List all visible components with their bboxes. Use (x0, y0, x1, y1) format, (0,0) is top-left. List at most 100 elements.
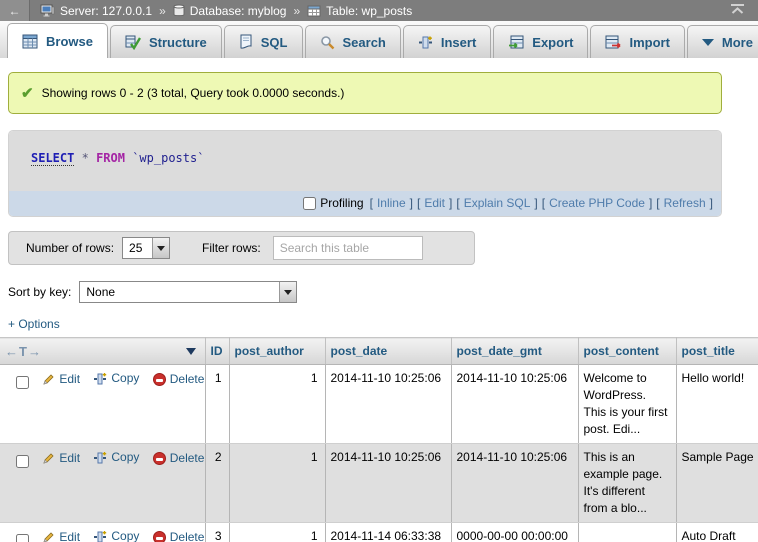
cell-post-date-gmt: 2014-11-10 10:25:06 (451, 444, 578, 523)
delete-action[interactable]: Delete (153, 371, 205, 388)
breadcrumb-table-label: Table: wp_posts (326, 4, 412, 18)
row-checkbox[interactable] (16, 455, 29, 468)
success-check-icon: ✔ (21, 84, 34, 102)
tab-browse[interactable]: Browse (7, 23, 108, 58)
copy-link[interactable]: Copy (111, 528, 139, 542)
cell-post-date-gmt: 0000-00-00 00:00:00 (451, 523, 578, 542)
bracket: ] (534, 196, 537, 210)
tab-import[interactable]: Import (590, 25, 684, 58)
tab-insert[interactable]: Insert (403, 25, 491, 58)
explain-sql-link[interactable]: Explain SQL (464, 196, 531, 210)
edit-action[interactable]: Edit (42, 450, 80, 467)
copy-action[interactable]: Copy (93, 370, 139, 387)
column-header-post-title[interactable]: post_title (676, 338, 758, 365)
structure-icon (125, 35, 141, 50)
tab-browse-label: Browse (46, 34, 93, 49)
column-header-post-date-gmt[interactable]: post_date_gmt (451, 338, 578, 365)
sql-icon (239, 34, 253, 50)
cell-post-author: 1 (229, 523, 325, 542)
tab-export[interactable]: Export (493, 25, 588, 58)
sort-menu-icon[interactable] (186, 348, 196, 355)
row-actions-cell: Edit Copy Delete (0, 365, 205, 444)
bracket: ] (449, 196, 452, 210)
table-row: Edit Copy Delete 2 1 2014-11-10 10:25:06… (0, 444, 758, 523)
success-message-text: Showing rows 0 - 2 (3 total, Query took … (42, 86, 345, 100)
column-actions-icon[interactable]: ←T→ (5, 344, 42, 359)
column-header-id[interactable]: ID (205, 338, 229, 365)
chevron-down-icon (702, 39, 714, 46)
cell-post-content: Welcome to WordPress. This is your first… (578, 365, 676, 444)
copy-link[interactable]: Copy (111, 449, 139, 466)
bracket: [ (370, 196, 373, 210)
pencil-icon (42, 531, 55, 542)
inline-link[interactable]: Inline (377, 196, 406, 210)
column-header-post-content[interactable]: post_content (578, 338, 676, 365)
edit-link[interactable]: Edit (59, 371, 80, 388)
tab-export-label: Export (532, 35, 573, 50)
pencil-icon (42, 452, 55, 465)
tab-sql[interactable]: SQL (224, 25, 303, 58)
sort-by-key-select[interactable]: None (79, 281, 297, 303)
collapse-top-icon[interactable] (729, 3, 746, 18)
breadcrumb-server-label: Server: 127.0.0.1 (60, 4, 152, 18)
table-icon (307, 5, 321, 17)
profiling-checkbox[interactable] (303, 197, 316, 210)
chevron-down-icon (157, 246, 165, 251)
tab-more[interactable]: More (687, 25, 758, 58)
rows-per-page-value: 25 (123, 238, 152, 258)
bracket: [ (456, 196, 459, 210)
column-header-post-author[interactable]: post_author (229, 338, 325, 365)
pencil-icon (42, 373, 55, 386)
column-header-post-date[interactable]: post_date (325, 338, 451, 365)
row-checkbox[interactable] (16, 376, 29, 389)
delete-link[interactable]: Delete (170, 450, 205, 467)
refresh-link[interactable]: Refresh (664, 196, 706, 210)
sql-keyword-select[interactable]: SELECT (31, 151, 74, 166)
breadcrumb-database-label: Database: myblog (190, 4, 287, 18)
edit-action[interactable]: Edit (42, 529, 80, 542)
row-checkbox[interactable] (16, 534, 29, 542)
select-dropdown-button[interactable] (152, 238, 169, 258)
copy-link[interactable]: Copy (111, 370, 139, 387)
sql-keyword-from: FROM (96, 151, 125, 165)
tab-bar: Browse Structure SQL Search Insert (0, 21, 758, 58)
results-header-row: ←T→ ID post_author post_date post_date_g… (0, 338, 758, 365)
rows-control-panel: Number of rows: 25 Filter rows: (8, 231, 475, 265)
tab-structure[interactable]: Structure (110, 25, 222, 58)
delete-action[interactable]: Delete (153, 450, 205, 467)
create-php-code-link[interactable]: Create PHP Code (549, 196, 645, 210)
delete-link[interactable]: Delete (170, 371, 205, 388)
cell-post-title: Sample Page (676, 444, 758, 523)
breadcrumb-table[interactable]: Table: wp_posts (307, 4, 412, 18)
breadcrumb-database[interactable]: Database: myblog (173, 4, 287, 18)
row-actions-cell: Edit Copy Delete (0, 523, 205, 542)
sort-by-key-label: Sort by key: (8, 285, 71, 299)
back-arrow-icon: ← (9, 4, 21, 18)
breadcrumb: Server: 127.0.0.1 » Database: myblog » T… (40, 4, 412, 18)
cell-post-content (578, 523, 676, 542)
delete-action[interactable]: Delete (153, 529, 205, 542)
edit-link[interactable]: Edit (59, 529, 80, 542)
breadcrumb-server[interactable]: Server: 127.0.0.1 (40, 4, 152, 18)
cell-post-date: 2014-11-10 10:25:06 (325, 444, 451, 523)
edit-link[interactable]: Edit (59, 450, 80, 467)
filter-rows-input[interactable] (273, 236, 423, 260)
sort-row: Sort by key: None (8, 281, 758, 303)
results-table: ←T→ ID post_author post_date post_date_g… (0, 337, 758, 542)
delete-link[interactable]: Delete (170, 529, 205, 542)
edit-query-link[interactable]: Edit (424, 196, 445, 210)
tab-sql-label: SQL (261, 35, 288, 50)
options-toggle-link[interactable]: + Options (8, 317, 60, 331)
bracket: ] (710, 196, 713, 210)
cell-post-content: This is an example page. It's different … (578, 444, 676, 523)
tab-search[interactable]: Search (305, 25, 401, 58)
copy-action[interactable]: Copy (93, 528, 139, 542)
import-icon (605, 35, 621, 50)
copy-action[interactable]: Copy (93, 449, 139, 466)
select-dropdown-button[interactable] (279, 282, 296, 302)
rows-per-page-select[interactable]: 25 (122, 237, 170, 259)
edit-action[interactable]: Edit (42, 371, 80, 388)
breadcrumb-bar: ← Server: 127.0.0.1 » Database: myblog » (0, 0, 758, 21)
table-row: Edit Copy Delete 3 1 2014-11-14 06:33:38… (0, 523, 758, 542)
back-button[interactable]: ← (0, 0, 30, 21)
